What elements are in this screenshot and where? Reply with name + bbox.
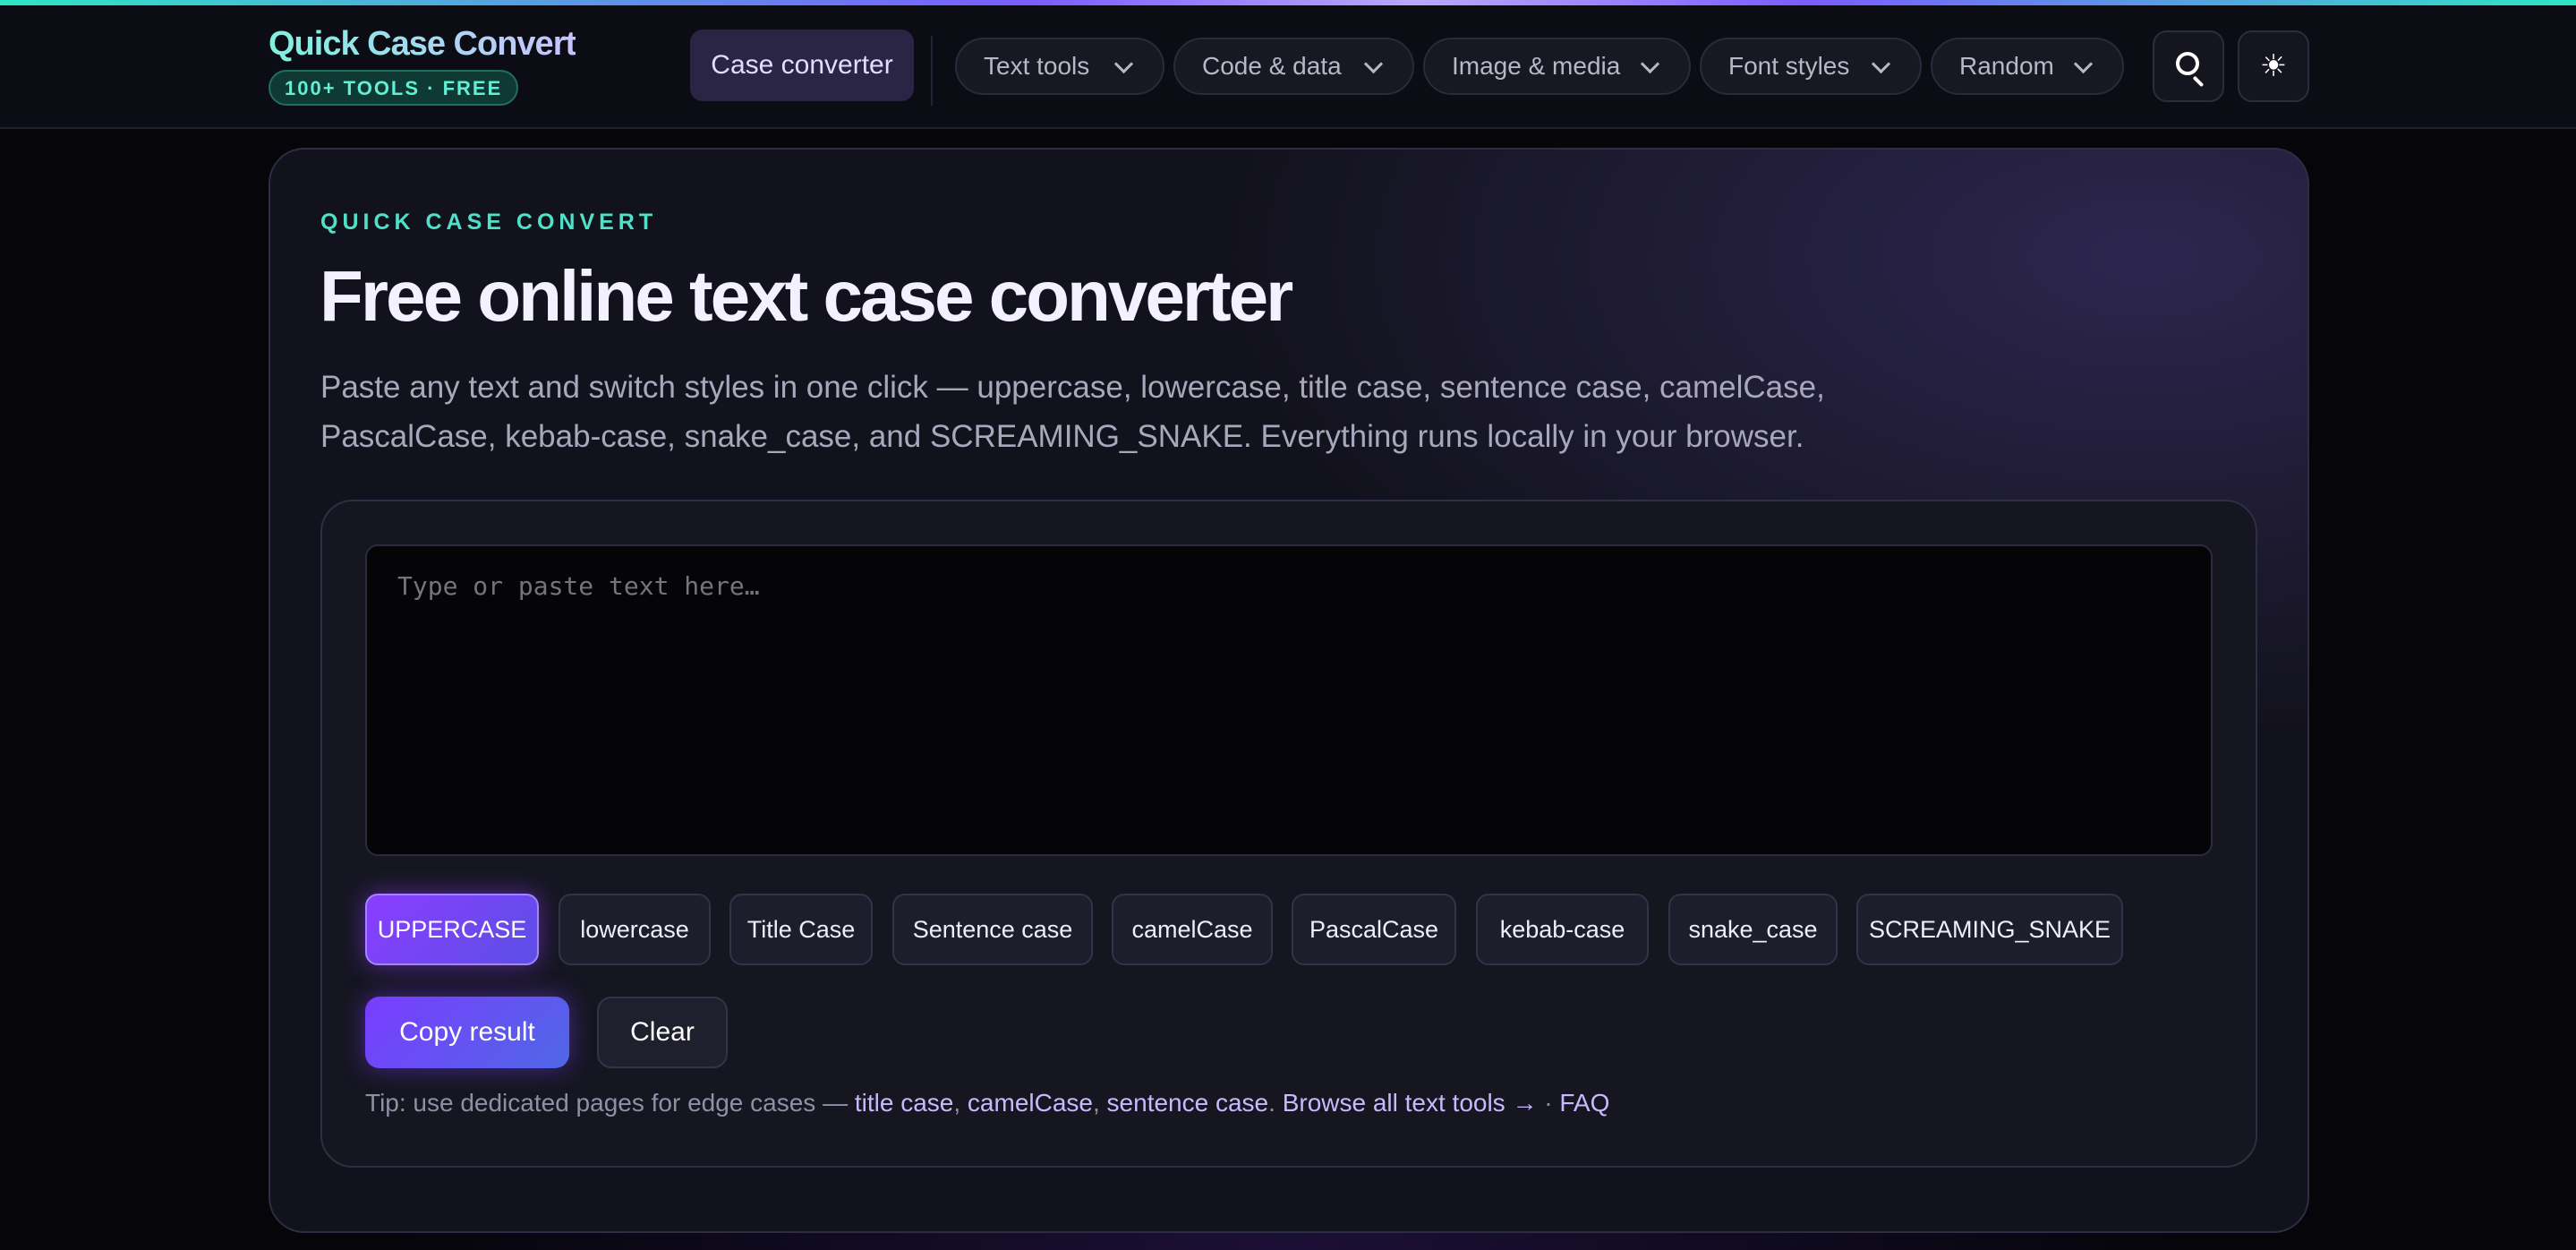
case-button-title-case[interactable]: Title Case bbox=[729, 894, 873, 965]
case-button-camelcase[interactable]: camelCase bbox=[1112, 894, 1273, 965]
nav-menu-code-data[interactable]: Code & data bbox=[1173, 38, 1414, 95]
site-logo-title[interactable]: Quick Case Convert bbox=[269, 25, 576, 64]
nav-menu-text-tools[interactable]: Text tools bbox=[955, 38, 1164, 95]
nav-menu-label: Code & data bbox=[1202, 52, 1342, 80]
link-browse-text-tools[interactable]: Browse all text tools → bbox=[1283, 1089, 1538, 1117]
chevron-down-icon bbox=[1640, 54, 1660, 74]
tools-count-badge: 100+ TOOLS · FREE bbox=[269, 70, 519, 106]
clear-button[interactable]: Clear bbox=[597, 997, 728, 1068]
tip-prefix: Tip: use dedicated pages for edge cases … bbox=[365, 1089, 855, 1117]
nav-menu-image-media[interactable]: Image & media bbox=[1423, 38, 1691, 95]
nav-menu-label: Image & media bbox=[1452, 52, 1621, 80]
copy-result-button[interactable]: Copy result bbox=[365, 997, 569, 1068]
text-input[interactable] bbox=[365, 544, 2213, 856]
link-title-case[interactable]: title case bbox=[855, 1089, 954, 1117]
tip-separator: . bbox=[1268, 1089, 1283, 1117]
case-button-sentence-case[interactable]: Sentence case bbox=[892, 894, 1093, 965]
nav-menu-label: Text tools bbox=[984, 52, 1090, 80]
link-faq[interactable]: FAQ bbox=[1559, 1089, 1609, 1117]
page-description: Paste any text and switch styles in one … bbox=[320, 363, 2200, 461]
page-title: Free online text case converter bbox=[320, 256, 1293, 336]
tip-text: Tip: use dedicated pages for edge cases … bbox=[365, 1085, 1609, 1121]
search-button[interactable] bbox=[2153, 30, 2224, 102]
chevron-down-icon bbox=[2073, 54, 2094, 74]
link-camelcase[interactable]: camelCase bbox=[968, 1089, 1093, 1117]
case-button-lowercase[interactable]: lowercase bbox=[559, 894, 711, 965]
nav-menu-font-styles[interactable]: Font styles bbox=[1700, 38, 1922, 95]
sun-icon: ☀ bbox=[2259, 49, 2288, 83]
nav-divider bbox=[931, 36, 933, 106]
nav-menu-label: Random bbox=[1959, 52, 2054, 80]
nav-menu-label: Font styles bbox=[1728, 52, 1850, 80]
tip-separator: · bbox=[1537, 1089, 1560, 1117]
tip-separator: , bbox=[953, 1089, 968, 1117]
tip-separator: , bbox=[1092, 1089, 1107, 1117]
case-button-kebab-case[interactable]: kebab-case bbox=[1476, 894, 1649, 965]
site-header: Quick Case Convert 100+ TOOLS · FREE Cas… bbox=[0, 5, 2576, 129]
page-description-line-2: PascalCase, kebab-case, snake_case, and … bbox=[320, 419, 1804, 454]
case-button-uppercase[interactable]: UPPERCASE bbox=[365, 894, 539, 965]
chevron-down-icon bbox=[1113, 54, 1134, 74]
chevron-down-icon bbox=[1363, 54, 1384, 74]
link-sentence-case[interactable]: sentence case bbox=[1107, 1089, 1269, 1117]
case-button-pascalcase[interactable]: PascalCase bbox=[1292, 894, 1456, 965]
nav-menu-random[interactable]: Random bbox=[1931, 38, 2124, 95]
case-button-snake-case[interactable]: snake_case bbox=[1668, 894, 1838, 965]
theme-toggle-button[interactable]: ☀ bbox=[2238, 30, 2309, 102]
chevron-down-icon bbox=[1871, 54, 1891, 74]
nav-case-converter[interactable]: Case converter bbox=[690, 30, 914, 101]
case-button-screaming-snake[interactable]: SCREAMING_SNAKE bbox=[1856, 894, 2123, 965]
page-description-line-1: Paste any text and switch styles in one … bbox=[320, 370, 1825, 405]
section-eyebrow: QUICK CASE CONVERT bbox=[320, 210, 658, 235]
